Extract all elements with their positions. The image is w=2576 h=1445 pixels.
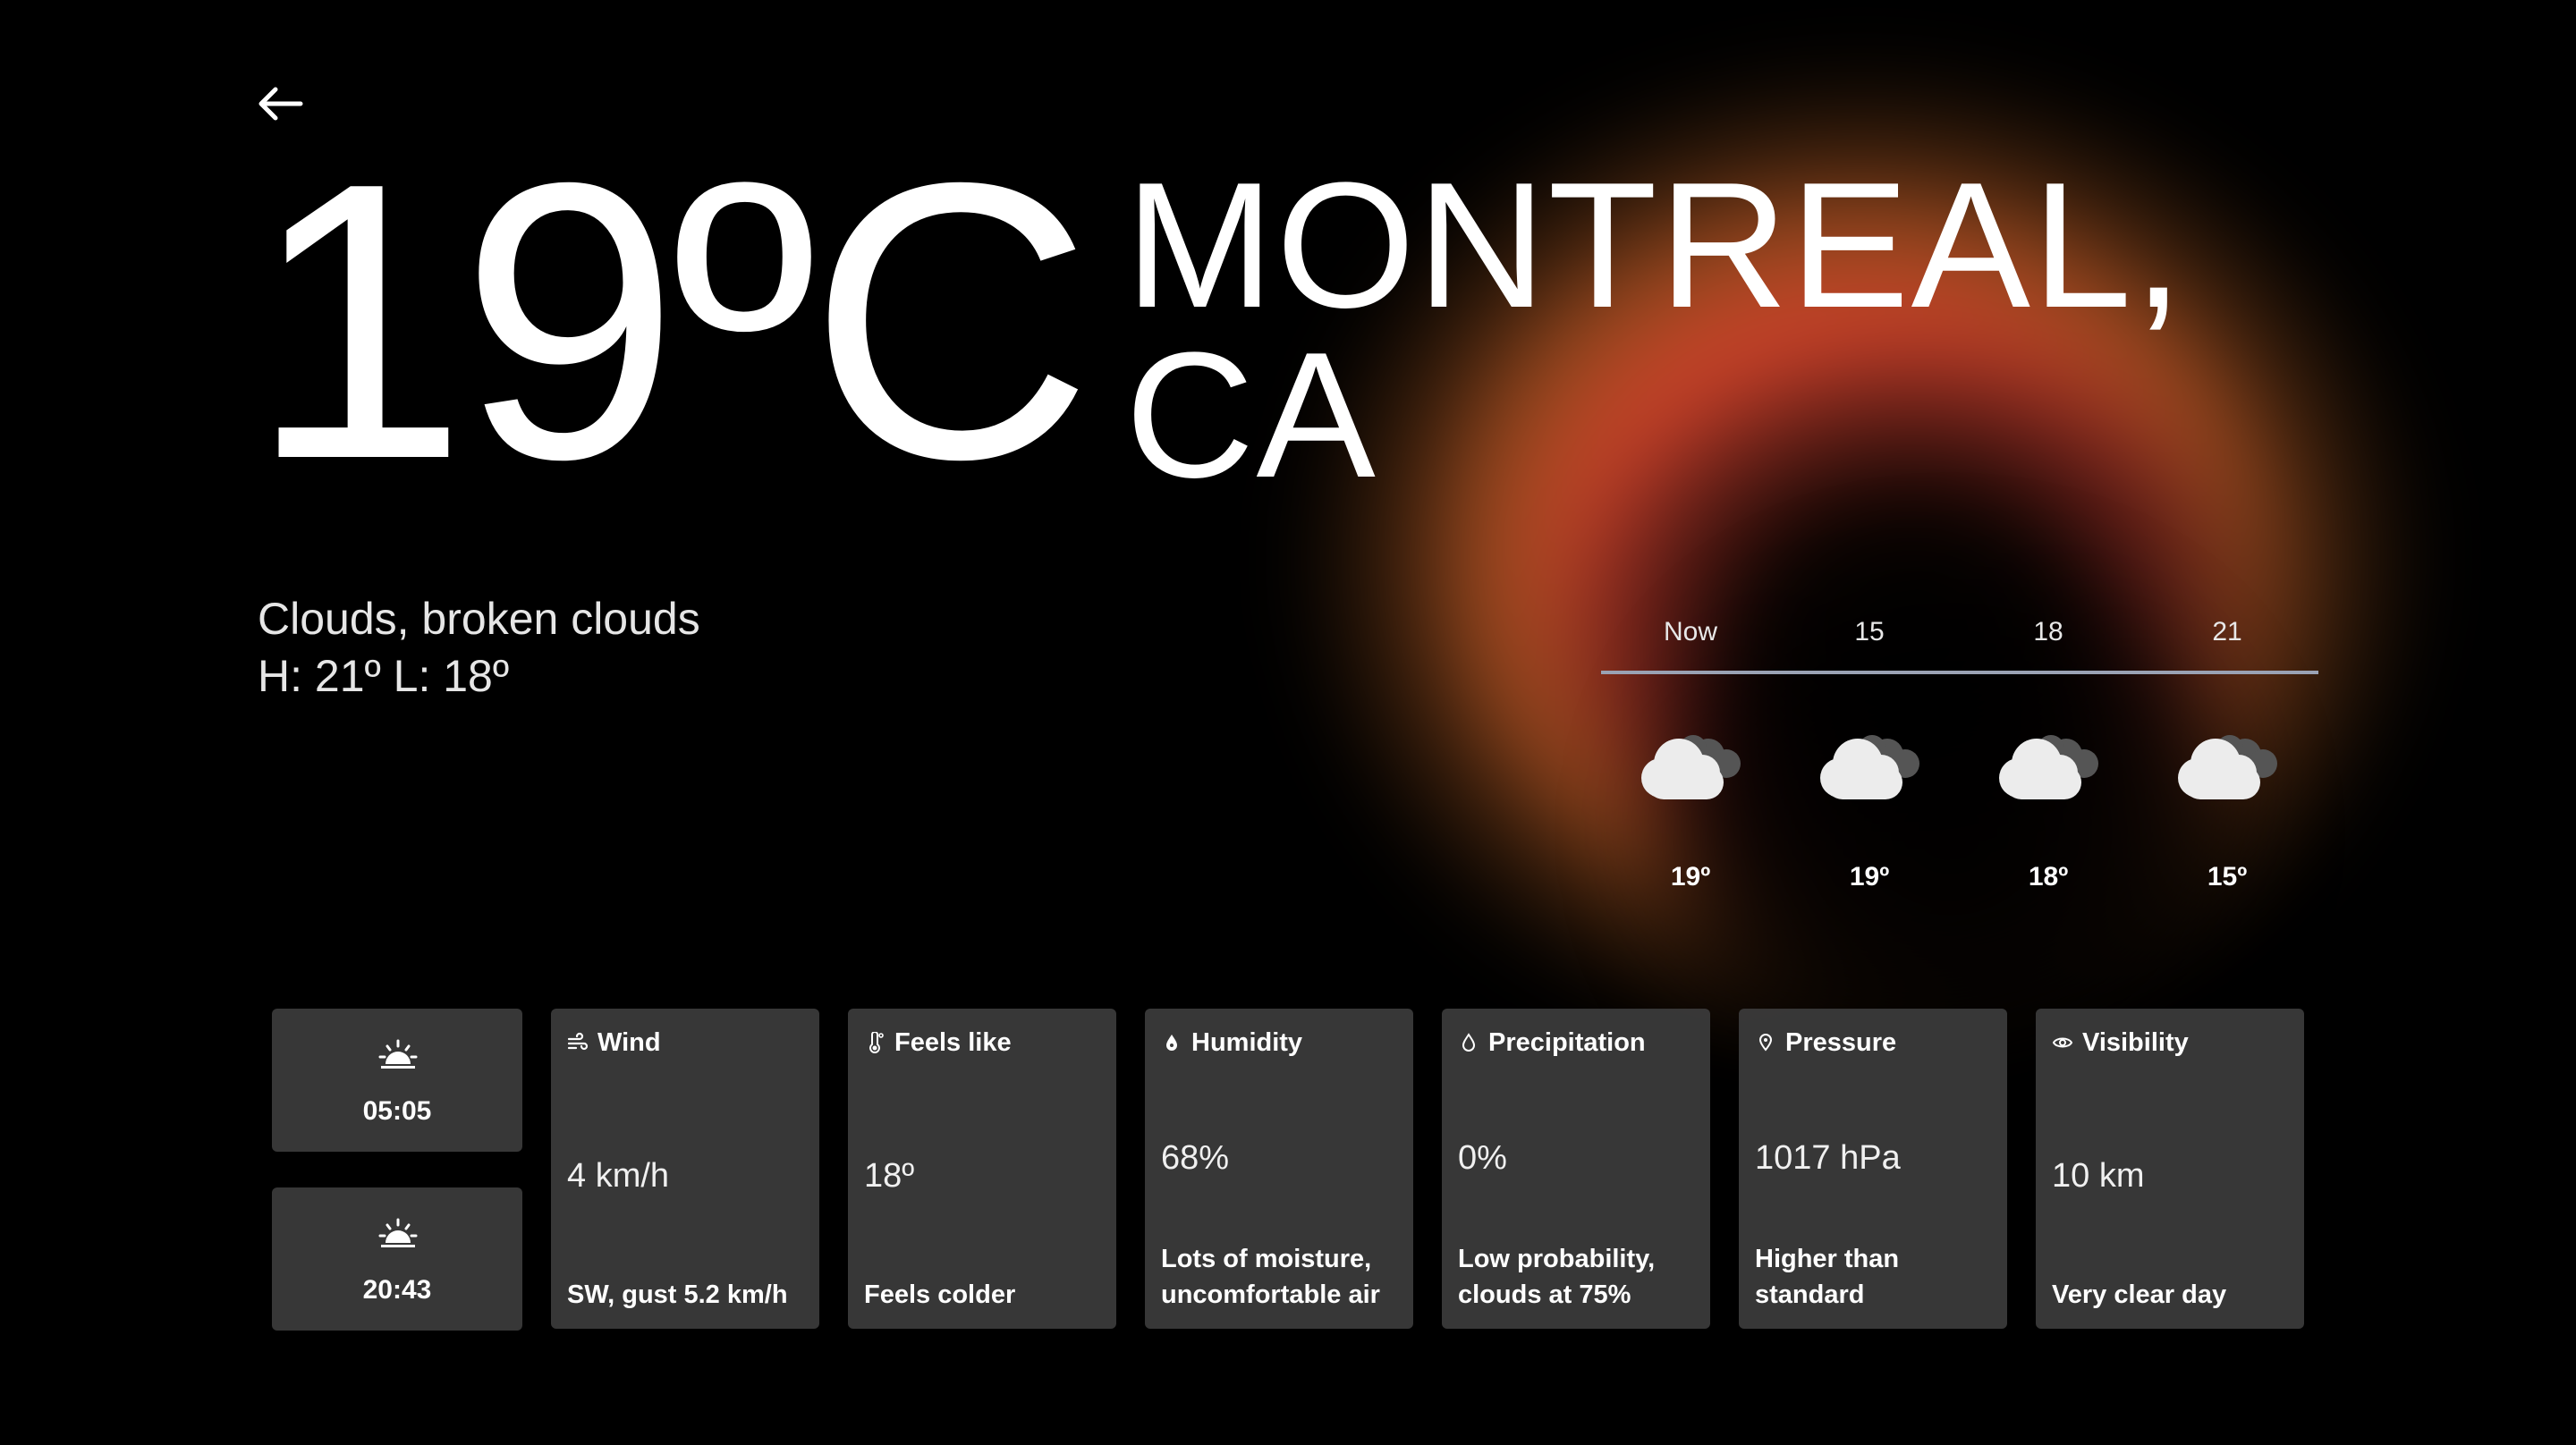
sunset-card: 20:43 (272, 1187, 522, 1331)
precipitation-note: Low probability, clouds at 75% (1458, 1245, 1656, 1309)
wind-icon (567, 1032, 589, 1051)
sunrise-icon (378, 1039, 418, 1069)
visibility-title: Visibility (2082, 1027, 2189, 1057)
pressure-pin-icon (1758, 1033, 1773, 1052)
humidity-card: Humidity 68% Lots of moisture, uncomfort… (1145, 1009, 1413, 1329)
eye-icon (2052, 1037, 2073, 1048)
humidity-title: Humidity (1191, 1027, 1303, 1057)
precipitation-value: 0% (1458, 1139, 1507, 1177)
forecast-temps: 19º 19º 18º 15º (1601, 862, 2318, 892)
forecast-hour-label: Now (1663, 617, 1717, 646)
humidity-drop-icon (1166, 1035, 1177, 1051)
cloudy-icon (2138, 719, 2317, 826)
wind-card: Wind 4 km/h SW, gust 5.2 km/h (551, 1009, 819, 1329)
forecast-temp: 19º (1670, 862, 1711, 892)
cloudy-icon (1780, 719, 1959, 826)
precipitation-title: Precipitation (1488, 1027, 1646, 1057)
weather-summary: Clouds, broken clouds H: 21º L: 18º (258, 590, 700, 705)
forecast-icons (1601, 719, 2318, 826)
drop-icon (1462, 1033, 1476, 1052)
forecast-hour-label: 21 (2212, 617, 2242, 646)
city-name: MONTREAL, CA (1125, 146, 2185, 515)
sunset-icon (378, 1218, 418, 1247)
visibility-value: 10 km (2052, 1157, 2145, 1195)
thermometer-icon (869, 1032, 884, 1053)
wind-value: 4 km/h (567, 1157, 670, 1195)
humidity-value: 68% (1161, 1139, 1230, 1177)
forecast-hour-label: 18 (2033, 617, 2063, 646)
feels-like-title: Feels like (894, 1027, 1012, 1057)
forecast-temp: 15º (2207, 862, 2248, 892)
forecast-hours: Now 15 18 21 (1601, 617, 2318, 671)
forecast-temp: 18º (2028, 862, 2069, 892)
pressure-note: Higher than standard (1755, 1245, 1900, 1309)
forecast-temp: 19º (1849, 862, 1890, 892)
pressure-card: Pressure 1017 hPa Higher than standard (1739, 1009, 2007, 1329)
sunset-time: 20:43 (362, 1275, 432, 1305)
condition-text: Clouds, broken clouds (258, 594, 700, 644)
sunrise-card: 05:05 (272, 1009, 522, 1152)
feels-like-card: Feels like 18º Feels colder (848, 1009, 1116, 1329)
forecast-hour-label: 15 (1854, 617, 1885, 646)
forecast-divider (1601, 671, 2318, 674)
visibility-note: Very clear day (2052, 1280, 2227, 1309)
feels-like-value: 18º (864, 1157, 915, 1195)
wind-title: Wind (597, 1027, 661, 1057)
precipitation-card: Precipitation 0% Low probability, clouds… (1442, 1009, 1710, 1329)
high-low-text: H: 21º L: 18º (258, 651, 510, 701)
cloudy-icon (1601, 719, 1780, 826)
feels-like-note: Feels colder (864, 1280, 1016, 1309)
pressure-value: 1017 hPa (1755, 1139, 1901, 1177)
visibility-card: Visibility 10 km Very clear day (2036, 1009, 2304, 1329)
wind-note: SW, gust 5.2 km/h (567, 1280, 788, 1309)
cloudy-icon (1959, 719, 2138, 826)
weather-screen: 19ºC MONTREAL, CA Clouds, broken clouds … (0, 0, 2576, 1445)
hourly-forecast: Now 15 18 21 19º 19º 18º 15º (1601, 617, 2318, 892)
sunrise-time: 05:05 (362, 1096, 432, 1126)
humidity-note: Lots of moisture, uncomfortable air (1161, 1245, 1380, 1309)
current-temperature: 19ºC (249, 102, 1093, 541)
pressure-title: Pressure (1785, 1027, 1897, 1057)
